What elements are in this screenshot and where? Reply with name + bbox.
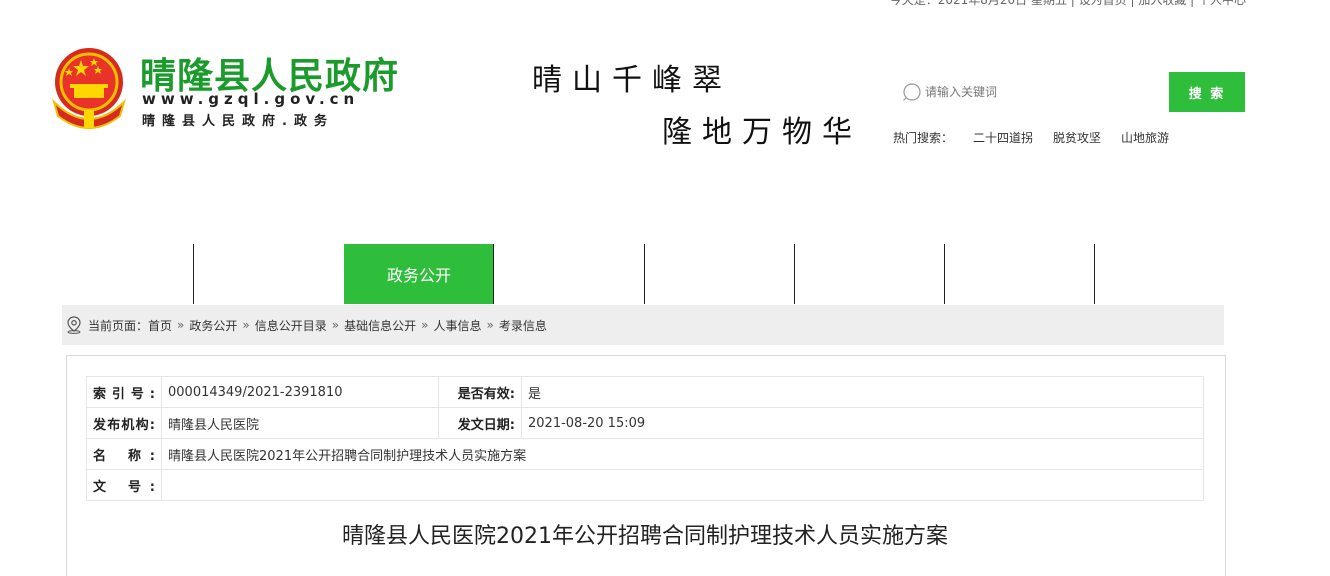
nav-divider <box>644 244 645 304</box>
breadcrumb-separator: » <box>421 318 429 332</box>
table-row: 发布机构: 晴隆县人民医院 发文日期: 2021-08-20 15:09 <box>86 407 1204 439</box>
search-input[interactable] <box>925 80 1155 104</box>
breadcrumb: 当前页面： 首页 » 政务公开 » 信息公开目录 » 基础信息公开 » 人事信息… <box>62 305 1224 345</box>
index-value: 000014349/2021-2391810 <box>161 376 439 408</box>
nav-divider <box>944 244 945 304</box>
breadcrumb-separator: » <box>331 318 340 332</box>
site-url: www.gzql.gov.cn <box>142 90 360 108</box>
breadcrumb-prefix: 当前页面： <box>88 318 149 333</box>
table-row: 索引号: 000014349/2021-2391810 是否有效: 是 <box>86 376 1204 408</box>
national-emblem-icon <box>52 48 126 129</box>
breadcrumb-separator: » <box>486 318 494 332</box>
top-bar: 今天是：2021年8月20日 星期五 | 设为首页 | 加入收藏 | 个人中心 <box>0 0 1330 10</box>
hot-search-link[interactable]: 二十四道拐 <box>973 129 1033 146</box>
hot-search: 热门搜索： 二十四道拐 脱贫攻坚 山地旅游 <box>893 129 1169 146</box>
nav-divider <box>794 244 795 304</box>
hot-search-link[interactable]: 脱贫攻坚 <box>1053 129 1101 146</box>
valid-label: 是否有效: <box>438 376 522 408</box>
breadcrumb-link[interactable]: 基础信息公开 <box>344 317 416 334</box>
main-nav: 政务公开 <box>44 244 1224 304</box>
breadcrumb-link[interactable]: 政务公开 <box>189 317 237 334</box>
index-label: 索引号: <box>86 376 162 408</box>
slogan-line-2: 隆地万物华 <box>662 115 862 150</box>
nav-divider <box>493 244 494 304</box>
search-button[interactable]: 搜 索 <box>1169 72 1245 112</box>
site-logo[interactable]: 晴隆县人民政府 www.gzql.gov.cn 晴隆县人民政府.政务 <box>48 44 408 134</box>
breadcrumb-link-current[interactable]: 考录信息 <box>499 317 547 334</box>
docno-value <box>161 469 1204 501</box>
date-label: 发文日期: <box>438 407 522 439</box>
docno-label: 文 号: <box>86 469 162 501</box>
breadcrumb-separator: » <box>177 318 185 332</box>
nav-divider <box>1094 244 1095 304</box>
top-bar-text: 今天是：2021年8月20日 星期五 | 设为首页 | 加入收藏 | 个人中心 <box>889 0 1246 7</box>
slogan-line-1: 晴山千峰翠 <box>532 63 732 98</box>
table-row: 名 称: 晴隆县人民医院2021年公开招聘合同制护理技术人员实施方案 <box>86 438 1204 470</box>
name-label: 名 称: <box>86 438 162 470</box>
org-value: 晴隆县人民医院 <box>161 407 439 439</box>
breadcrumb-link[interactable]: 信息公开目录 <box>255 317 327 334</box>
location-pin-icon <box>67 316 81 334</box>
hot-search-link[interactable]: 山地旅游 <box>1121 129 1169 146</box>
breadcrumb-link-home[interactable]: 首页 <box>148 317 172 334</box>
document-title: 晴隆县人民医院2021年公开招聘合同制护理技术人员实施方案 <box>342 524 948 549</box>
table-row: 文 号: <box>86 469 1204 501</box>
nav-item-government-affairs[interactable]: 政务公开 <box>344 244 494 304</box>
valid-value: 是 <box>521 376 1204 408</box>
site-subtitle: 晴隆县人民政府.政务 <box>142 114 334 129</box>
org-label: 发布机构: <box>86 407 162 439</box>
document-meta-table: 索引号: 000014349/2021-2391810 是否有效: 是 发布机构… <box>86 376 1204 501</box>
breadcrumb-separator: » <box>242 318 250 332</box>
search-icon <box>903 83 921 101</box>
hot-search-label: 热门搜索： <box>893 131 954 145</box>
name-value: 晴隆县人民医院2021年公开招聘合同制护理技术人员实施方案 <box>161 438 1204 470</box>
nav-divider <box>193 244 194 304</box>
date-value: 2021-08-20 15:09 <box>521 407 1204 439</box>
breadcrumb-link[interactable]: 人事信息 <box>433 317 481 334</box>
